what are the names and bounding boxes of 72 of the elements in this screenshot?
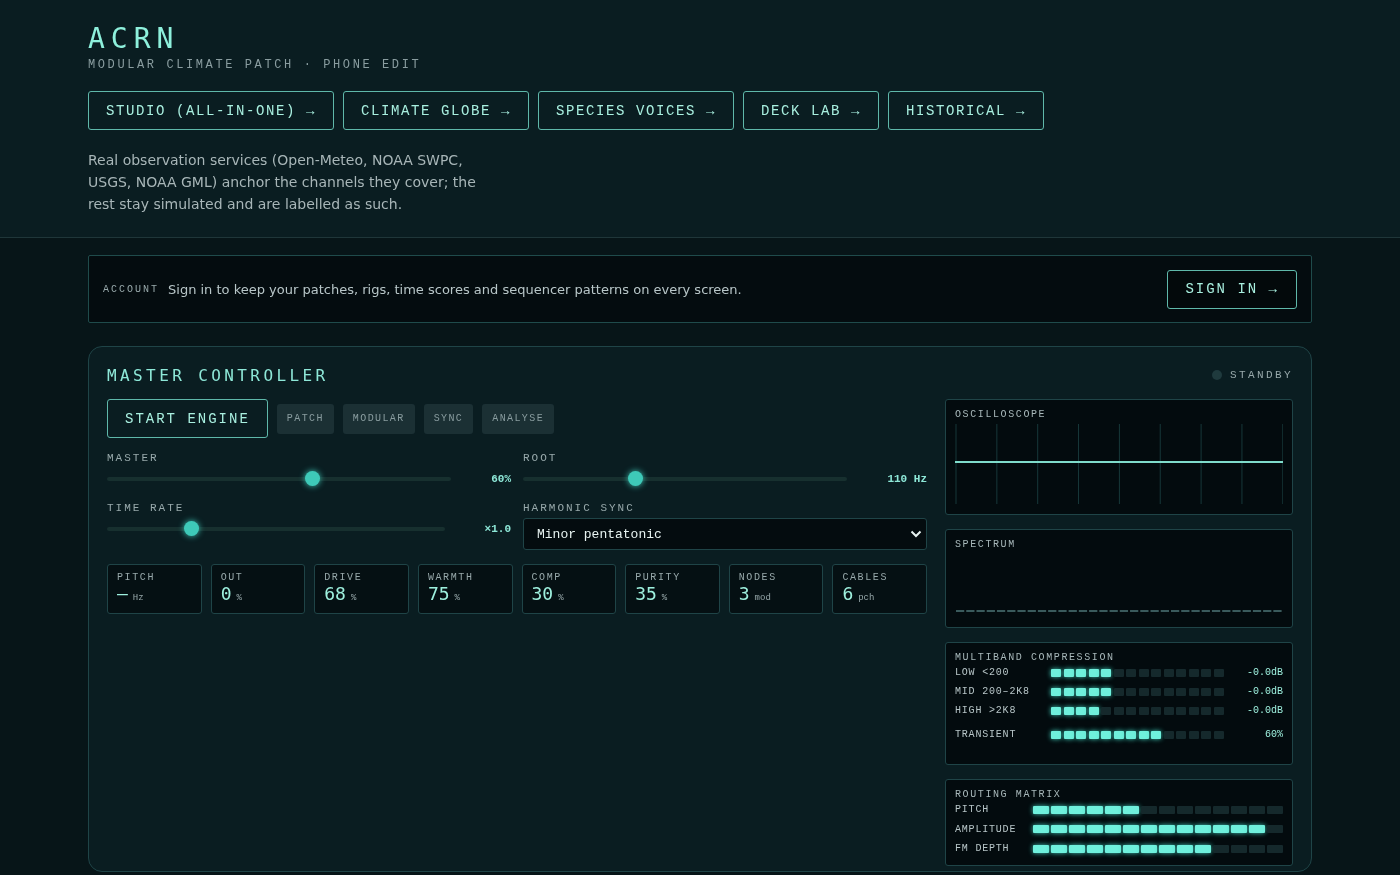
stat-unit: %	[454, 593, 460, 603]
nav-button[interactable]: HISTORICAL →	[888, 91, 1045, 130]
stat-label: PITCH	[117, 572, 156, 583]
field-label: HARMONIC SYNC	[523, 502, 636, 516]
band-label: LOW <200	[955, 667, 1011, 678]
nav-button[interactable]: CLIMATE GLOBE →	[343, 91, 530, 130]
stat-value: —	[117, 583, 128, 604]
stat-unit: %	[558, 593, 564, 603]
nav-button[interactable]: DECK LAB →	[743, 91, 880, 130]
panel-label: OSCILLOSCOPE	[955, 409, 1048, 420]
slider-value: 60%	[491, 473, 511, 485]
stat-unit: %	[661, 593, 668, 603]
stat-unit: mod	[754, 593, 771, 603]
slider-value: 110 Hz	[887, 473, 927, 485]
band-value: -0.0dB	[1246, 686, 1283, 697]
nav-button[interactable]: STUDIO (ALL-IN-ONE) →	[88, 91, 335, 130]
stat-unit: pch	[858, 593, 875, 603]
stat-value: 68	[324, 583, 346, 604]
scale-dropdown[interactable]: Minor pentatonic	[523, 518, 927, 550]
band-value: -0.0dB	[1246, 667, 1283, 678]
band-value: 60%	[1264, 729, 1283, 740]
nav-button[interactable]: SPECIES VOICES →	[538, 91, 735, 130]
stat-unit: %	[350, 593, 357, 603]
mode-button[interactable]: ANALYSE	[482, 403, 555, 434]
stat-label: OUT	[220, 572, 245, 583]
routing-label: FM DEPTH	[955, 843, 1011, 855]
sign-in-button[interactable]: SIGN IN →	[1167, 269, 1297, 309]
stat-label: DRIVE	[324, 572, 364, 583]
slider-track[interactable]	[107, 521, 445, 537]
stat-unit: %	[236, 593, 242, 603]
chevron-down-icon	[910, 530, 922, 538]
routing-label: AMPLITUDE	[955, 823, 1018, 835]
band-label: MID 200–2K8	[955, 686, 1031, 697]
stat-value: 3	[738, 583, 750, 604]
mode-button[interactable]: PATCH	[276, 403, 334, 434]
band-label: HIGH >2K8	[955, 705, 1018, 716]
panel-label: ROUTING MATRIX	[955, 789, 1063, 800]
stat-value: 35	[635, 583, 657, 604]
start-engine-button[interactable]: START ENGINE	[107, 399, 268, 438]
slider-label: ROOT	[523, 452, 559, 466]
routing-label: PITCH	[955, 804, 990, 816]
app-subtitle: MODULAR CLIMATE PATCH · PHONE EDIT	[88, 58, 423, 72]
band-value: -0.0dB	[1246, 705, 1283, 716]
account-label: ACCOUNT	[103, 283, 159, 295]
stat-label: COMP	[531, 572, 563, 583]
panel-title: MASTER CONTROLLER	[107, 365, 329, 385]
slider-thumb[interactable]	[304, 471, 320, 486]
stat-label: CABLES	[842, 572, 889, 583]
intro-text: Real observation services (Open-Meteo, NOAA SWPC, USGS, NOAA GML) anchor the channels they cover; the rest stay simulated and are labelled as such.	[88, 151, 477, 214]
slider-label: TIME RATE	[107, 502, 186, 516]
slider-value: ×1.0	[484, 523, 511, 535]
stat-label: NODES	[738, 572, 778, 583]
status-label: STANDBY	[1230, 369, 1293, 381]
stat-value: 6	[842, 583, 854, 604]
mode-button[interactable]: MODULAR	[342, 403, 415, 434]
panel-label: SPECTRUM	[955, 539, 1017, 550]
slider-track[interactable]	[523, 471, 848, 487]
stat-value: 0	[220, 583, 232, 604]
stat-value: 75	[427, 583, 450, 604]
slider-track[interactable]	[107, 471, 452, 487]
slider-label: MASTER	[107, 452, 160, 466]
stat-label: WARMTH	[427, 572, 475, 583]
slider-thumb[interactable]	[184, 521, 200, 536]
panel-label: MULTIBAND COMPRESSION	[955, 652, 1116, 663]
stat-label: PURITY	[635, 572, 682, 583]
band-label: TRANSIENT	[955, 729, 1018, 740]
slider-thumb[interactable]	[628, 471, 644, 486]
account-message: Sign in to keep your patches, rigs, time scores and sequencer patterns on every screen.	[168, 281, 743, 297]
mode-button[interactable]: SYNC	[423, 403, 474, 434]
stat-unit: Hz	[132, 593, 144, 603]
app-title: ACRN	[88, 22, 181, 56]
stat-value: 30	[531, 583, 554, 604]
